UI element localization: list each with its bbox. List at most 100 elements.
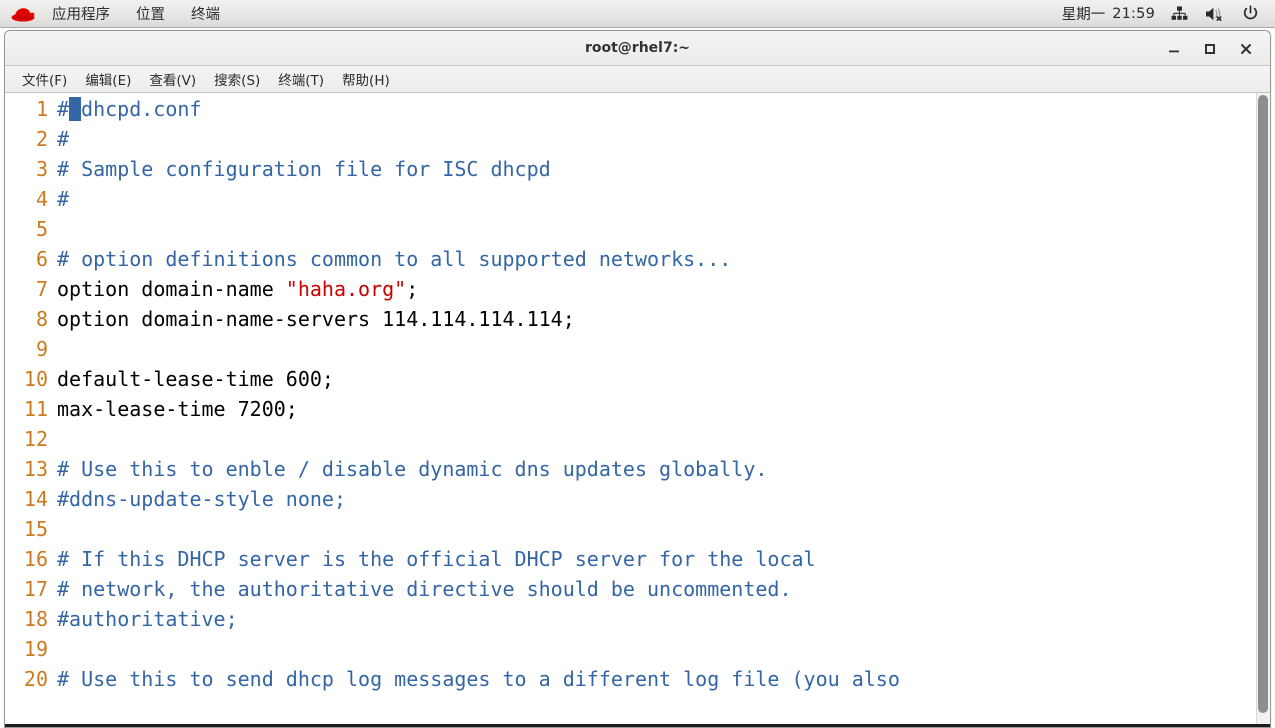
code-token: # network, the authoritative directive s…: [57, 577, 792, 601]
editor-line[interactable]: 11 max-lease-time 7200;: [5, 394, 1270, 424]
code-token: #ddns-update-style none;: [57, 487, 346, 511]
line-content: # If this DHCP server is the official DH…: [57, 547, 816, 571]
window-title-bar[interactable]: root@rhel7:~: [5, 31, 1270, 66]
editor-line[interactable]: 12: [5, 424, 1270, 454]
editor-line[interactable]: 10 default-lease-time 600;: [5, 364, 1270, 394]
line-number: 9: [35, 337, 48, 361]
maximize-icon[interactable]: [1192, 33, 1228, 65]
scrollbar-thumb[interactable]: [1258, 95, 1268, 713]
line-content: # Sample configuration file for ISC dhcp…: [57, 157, 551, 181]
line-content: # dhcpd.conf: [57, 97, 201, 121]
menu-search[interactable]: 搜索(S): [205, 66, 269, 92]
code-token: #: [57, 127, 70, 151]
code-token: ;: [406, 277, 419, 301]
line-content: #authoritative;: [57, 607, 238, 631]
editor-line[interactable]: 6 # option definitions common to all supp…: [5, 244, 1270, 274]
line-number: 8: [35, 307, 48, 331]
code-token: #: [57, 97, 70, 121]
menu-edit[interactable]: 编辑(E): [76, 66, 140, 92]
editor-line[interactable]: 7 option domain-name "haha.org";: [5, 274, 1270, 304]
applications-menu[interactable]: 应用程序: [39, 0, 123, 27]
clock-day: 星期一: [1061, 7, 1106, 23]
code-token: # Use this to enble / disable dynamic dn…: [57, 457, 768, 481]
line-content: default-lease-time 600;: [57, 367, 334, 391]
minimize-icon[interactable]: [1156, 33, 1192, 65]
line-number: 12: [23, 427, 48, 451]
scrollbar[interactable]: [1256, 93, 1270, 727]
editor-line[interactable]: 1 # dhcpd.conf: [5, 94, 1270, 124]
line-number: 17: [23, 577, 48, 601]
line-number: 16: [23, 547, 48, 571]
editor-line[interactable]: 18 #authoritative;: [5, 604, 1270, 634]
editor-line[interactable]: 19: [5, 634, 1270, 664]
line-number: 1: [35, 97, 48, 121]
terminal-menu[interactable]: 终端: [178, 0, 233, 27]
line-number: 14: [23, 487, 48, 511]
line-number: 15: [23, 517, 48, 541]
vim-editor-buffer[interactable]: 1 # dhcpd.conf 2 #3 # Sample configuration f…: [5, 93, 1270, 694]
editor-line[interactable]: 8 option domain-name-servers 114.114.114.…: [5, 304, 1270, 334]
line-number: 10: [23, 367, 48, 391]
power-icon[interactable]: [1235, 0, 1266, 28]
terminal-window: root@rhel7:~ 文件(F) 编辑(E) 查看(V) 搜索(S) 终端(…: [4, 30, 1271, 728]
volume-muted-icon[interactable]: [1198, 0, 1232, 28]
top-panel-left: 应用程序 位置 终端: [0, 0, 233, 27]
code-token: dhcpd.conf: [81, 97, 202, 121]
network-icon[interactable]: [1164, 0, 1195, 28]
line-number: 19: [23, 637, 48, 661]
line-number: 5: [35, 217, 48, 241]
code-token: "haha.org": [285, 277, 407, 301]
editor-line[interactable]: 2 #: [5, 124, 1270, 154]
line-content: #: [57, 127, 69, 151]
code-token: #authoritative;: [57, 607, 238, 631]
editor-line[interactable]: 3 # Sample configuration file for ISC dhc…: [5, 154, 1270, 184]
menu-terminal[interactable]: 终端(T): [269, 66, 333, 92]
line-number: 6: [35, 247, 48, 271]
editor-line[interactable]: 15: [5, 514, 1270, 544]
line-number: 13: [23, 457, 48, 481]
line-number: 7: [35, 277, 48, 301]
places-menu[interactable]: 位置: [123, 0, 178, 27]
line-number: 11: [23, 397, 48, 421]
close-icon[interactable]: [1228, 33, 1264, 65]
window-controls: [1156, 31, 1264, 66]
code-token: #: [57, 187, 70, 211]
editor-line[interactable]: 14 #ddns-update-style none;: [5, 484, 1270, 514]
code-token: # Sample configuration file for ISC dhcp…: [57, 157, 551, 181]
line-number: 4: [35, 187, 48, 211]
line-content: # option definitions common to all suppo…: [57, 247, 731, 271]
top-panel-right: 星期一 21:59: [1056, 0, 1275, 28]
window-title: root@rhel7:~: [584, 40, 691, 56]
line-number: 20: [23, 667, 48, 691]
text-cursor: [69, 97, 82, 121]
clock[interactable]: 星期一 21:59: [1056, 3, 1161, 24]
editor-line[interactable]: 16 # If this DHCP server is the official …: [5, 544, 1270, 574]
redhat-logo-icon: [0, 5, 39, 23]
code-token: default-lease-time 600;: [57, 367, 334, 391]
menu-file[interactable]: 文件(F): [13, 66, 76, 92]
code-token: option domain-name-servers 114.114.114.1…: [57, 307, 575, 331]
code-token: # option definitions common to all suppo…: [57, 247, 732, 271]
line-content: # network, the authoritative directive s…: [57, 577, 792, 601]
editor-line[interactable]: 9: [5, 334, 1270, 364]
terminal-menu-bar: 文件(F) 编辑(E) 查看(V) 搜索(S) 终端(T) 帮助(H): [5, 66, 1270, 93]
line-number: 2: [35, 127, 48, 151]
editor-line[interactable]: 13 # Use this to enble / disable dynamic …: [5, 454, 1270, 484]
editor-line[interactable]: 17 # network, the authoritative directive…: [5, 574, 1270, 604]
line-content: #: [57, 187, 69, 211]
line-content: option domain-name "haha.org";: [57, 277, 418, 301]
editor-line[interactable]: 5: [5, 214, 1270, 244]
clock-time: 21:59: [1112, 5, 1155, 22]
code-token: # If this DHCP server is the official DH…: [57, 547, 816, 571]
line-number: 18: [23, 607, 48, 631]
terminal-body[interactable]: 1 # dhcpd.conf 2 #3 # Sample configuration f…: [5, 93, 1270, 727]
gnome-top-panel: 应用程序 位置 终端 星期一 21:59: [0, 0, 1275, 28]
line-content: #ddns-update-style none;: [57, 487, 346, 511]
menu-help[interactable]: 帮助(H): [333, 66, 399, 92]
code-token: # Use this to send dhcp log messages to …: [57, 667, 900, 691]
menu-view[interactable]: 查看(V): [140, 66, 205, 92]
editor-line[interactable]: 20 # Use this to send dhcp log messages t…: [5, 664, 1270, 694]
editor-line[interactable]: 4 #: [5, 184, 1270, 214]
line-content: max-lease-time 7200;: [57, 397, 298, 421]
line-number: 3: [35, 157, 48, 181]
